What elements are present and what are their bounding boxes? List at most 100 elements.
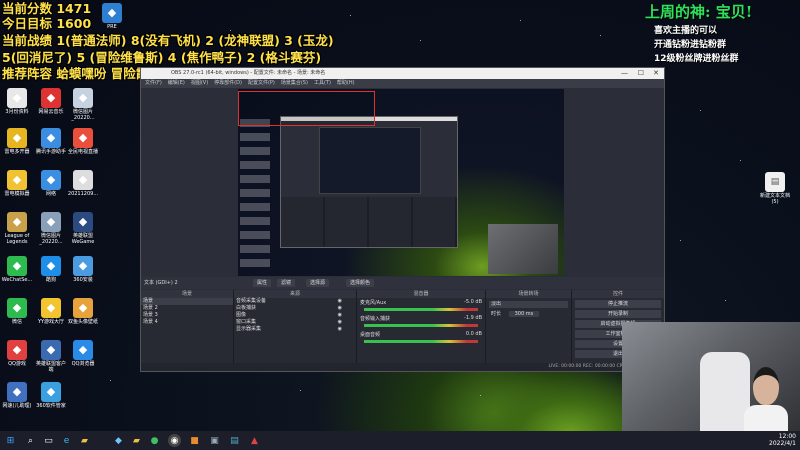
desktop-icon-label: 雷电多开器 [4, 149, 30, 155]
desktop-icon[interactable]: ◆ 雷电模拟器 [0, 170, 34, 197]
mixer-channel-name: 音频输入捕获 [360, 316, 391, 322]
desktop-icon-text-document[interactable]: ▤ 新建文本文档(5) [758, 172, 792, 205]
desktop-icon[interactable]: ◆ 360安装 [66, 256, 100, 283]
control-button[interactable]: 开始录制 [575, 310, 661, 318]
desktop-icon[interactable]: ◆ 20211209... [66, 170, 100, 197]
desktop-icon[interactable]: ◆ 全民电视直播 [66, 128, 100, 155]
desktop-icon[interactable]: ◆ 网易云音乐 [34, 88, 68, 115]
menu-item[interactable]: 场景集合(S) [281, 80, 308, 86]
desktop-icon[interactable]: ◆ 腾讯手游助手 [34, 128, 68, 155]
desktop-icon[interactable]: ◆ 双鱼头像壁纸 [66, 298, 100, 325]
select-source-button[interactable]: 选择源 [306, 279, 330, 287]
taskbar-app-icon[interactable]: ■ [188, 434, 201, 447]
qq-browser-icon: ◆ [73, 340, 93, 360]
search-icon[interactable]: ⌕ [24, 434, 37, 447]
source-item-label: 音频采集设备 [236, 298, 267, 304]
desktop-icon-label: 360软件管家 [36, 403, 66, 409]
menu-item[interactable]: 编辑(E) [168, 80, 185, 86]
desktop-icon-label: 网速(儿助理) [2, 403, 32, 409]
menu-item[interactable]: 工具(T) [314, 80, 331, 86]
eye-icon[interactable]: ◉ [338, 319, 342, 326]
desktop-icon[interactable]: ◆ 微信图片_20220... [34, 212, 68, 245]
desktop-icon-label: 微信图片_20220... [39, 233, 63, 245]
source-item[interactable]: 白板捕获 ◉ [234, 305, 356, 312]
desktop-icon-label: QQ游戏 [8, 361, 26, 367]
transition-select[interactable]: 淡出 [489, 301, 568, 308]
image-file-icon: ◆ [41, 212, 61, 232]
weekly-god-title: 上周的神: 宝贝! [645, 3, 753, 21]
minimize-button[interactable]: — [621, 68, 628, 79]
source-item[interactable]: 窗口采集 ◉ [234, 319, 356, 326]
menu-item[interactable]: 文件(F) [145, 80, 162, 86]
desktop-icon[interactable]: ◆ YY游戏大厅 [34, 298, 68, 325]
select-color-button[interactable]: 选择颜色 [346, 279, 375, 287]
document-icon: ◆ [73, 170, 93, 190]
task-view-icon[interactable]: ▭ [42, 434, 55, 447]
close-button[interactable]: ✕ [653, 68, 659, 79]
desktop-icon[interactable]: ◆ 网络 [34, 170, 68, 197]
eye-icon[interactable]: ◉ [338, 312, 342, 319]
fan-note-line2: 开通钻粉进钻粉群 [654, 40, 727, 50]
desktop-icon[interactable]: ◆ League of Legends [0, 212, 34, 245]
file-explorer-icon[interactable]: ▰ [78, 434, 91, 447]
eye-icon[interactable]: ◉ [338, 305, 342, 312]
obs-window[interactable]: OBS 27.0-rc1 (64-bit, windows) - 配置文件: 未… [140, 67, 665, 372]
desktop-icon[interactable]: ◆ 微信图片_20220... [66, 88, 100, 121]
scene-item[interactable]: 场景 4 [141, 319, 233, 326]
taskbar-app-icon[interactable]: ▰ [130, 434, 143, 447]
menu-item[interactable]: 帮助(H) [337, 80, 355, 86]
desktop-icon-label: 酷狗 [45, 277, 56, 283]
obs-taskbar-icon[interactable]: ◉ [168, 434, 181, 447]
desktop-icon[interactable]: ◆ 网速(儿助理) [0, 382, 34, 409]
taskbar-app-icon[interactable]: ● [148, 434, 161, 447]
taskbar-app-icon[interactable]: ▲ [248, 434, 261, 447]
obs-title-bar[interactable]: OBS 27.0-rc1 (64-bit, windows) - 配置文件: 未… [141, 68, 664, 79]
qq-game-icon: ◆ [7, 340, 27, 360]
volume-meter[interactable] [364, 340, 478, 343]
properties-button[interactable]: 属性 [253, 279, 272, 287]
start-button[interactable]: ⊞ [4, 434, 17, 447]
source-item[interactable]: 图像 ◉ [234, 312, 356, 319]
system-clock[interactable]: 12:00 2022/4/1 [769, 433, 796, 447]
desktop-icon[interactable]: ◆ 3月份资料 [0, 88, 34, 115]
score-overlay-line3: 当前战绩 1(普通法师) 8(没有飞机) 2 (龙神联盟) 3 (玉龙) [2, 33, 334, 48]
eye-icon[interactable]: ◉ [338, 326, 342, 333]
desktop-icon[interactable]: ◆ 微信 [0, 298, 34, 325]
preview-webcam [488, 224, 558, 274]
volume-meter[interactable] [364, 308, 478, 311]
menu-item[interactable]: 配置文件(P) [248, 80, 275, 86]
edge-browser-icon[interactable]: e [60, 434, 73, 447]
score-overlay-line4: 5(回消尼了) 5 (冒险维鲁斯) 4 (焦作鸭子) 2 (格斗赛芬) [2, 50, 322, 65]
taskbar-app-icon[interactable]: ◆ [112, 434, 125, 447]
maximize-button[interactable]: ☐ [638, 68, 644, 79]
volume-meter[interactable] [364, 324, 478, 327]
transitions-dock: 场景转场 淡出 时长 300 ms [486, 290, 572, 371]
transition-duration-input[interactable]: 300 ms [508, 311, 540, 317]
eye-icon[interactable]: ◉ [338, 298, 342, 305]
desktop-icon[interactable]: ◆ 雷电多开器 [0, 128, 34, 155]
desktop-icon[interactable]: ◆ QQ游戏 [0, 340, 34, 367]
taskbar-app-icon[interactable]: ▣ [208, 434, 221, 447]
obs-preview[interactable] [238, 89, 564, 276]
desktop-icon[interactable]: ◆ WeChatSe... [0, 256, 34, 283]
control-button[interactable]: 停止推流 [575, 300, 661, 308]
desktop-icon[interactable]: ◆ 酷狗 [34, 256, 68, 283]
menu-item[interactable]: 停靠部件(D) [214, 80, 242, 86]
desktop-icon-label: 全民电视直播 [67, 149, 98, 155]
clock-date: 2022/4/1 [769, 440, 796, 447]
menu-item[interactable]: 视图(V) [191, 80, 208, 86]
source-item[interactable]: 音频采集设备 ◉ [234, 298, 356, 305]
lol-client-icon: ◆ [41, 340, 61, 360]
scene-item[interactable]: 场景 [141, 298, 233, 305]
desktop-icon[interactable]: ◆ PRE [95, 3, 129, 30]
desktop-icon[interactable]: ◆ 英雄联盟WeGame [66, 212, 100, 245]
taskbar-app-icon[interactable]: ▤ [228, 434, 241, 447]
source-item-label: 白板捕获 [236, 305, 257, 311]
filters-button[interactable]: 滤镜 [277, 279, 296, 287]
scene-item[interactable]: 场景 3 [141, 312, 233, 319]
scene-item[interactable]: 场景 2 [141, 305, 233, 312]
desktop-icon[interactable]: ◆ 360软件管家 [34, 382, 68, 409]
source-item[interactable]: 显示器采集 ◉ [234, 326, 356, 333]
desktop-icon[interactable]: ◆ QQ浏览器 [66, 340, 100, 367]
desktop-icon[interactable]: ◆ 英雄联盟客户端 [34, 340, 68, 373]
